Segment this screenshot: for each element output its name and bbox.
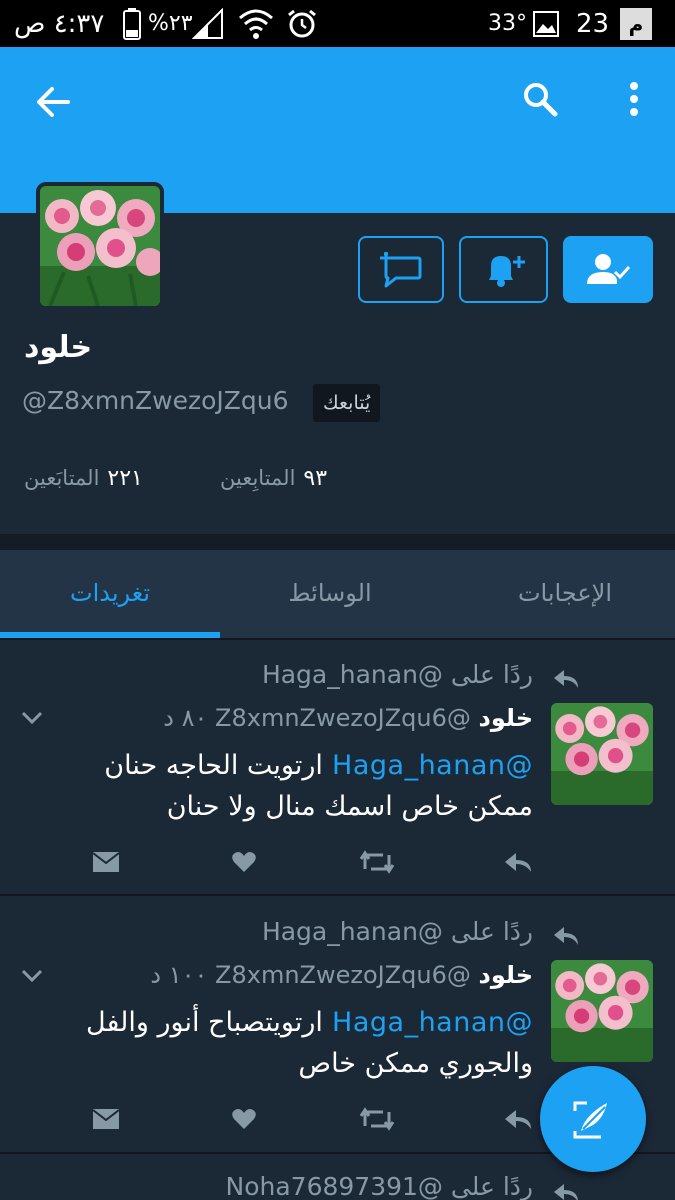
tweet-text-line: ارتويت الحاجه حنان [104, 750, 323, 781]
like-button[interactable] [224, 842, 264, 882]
tweet-text-line: والجوري ممكن خاص [298, 1048, 533, 1079]
reply-context[interactable]: ردًا على @Haga_hanan [262, 917, 533, 946]
envelope-icon [92, 1109, 120, 1129]
more-vert-icon [630, 82, 638, 116]
retweet-button[interactable] [357, 842, 397, 882]
reply-icon [505, 853, 531, 872]
tweet-author-name: خلود [478, 704, 533, 732]
like-button[interactable] [224, 1099, 264, 1139]
tweet-author-name: خلود [478, 961, 533, 989]
reply-button[interactable] [498, 1099, 538, 1139]
notifications-button[interactable] [459, 236, 548, 303]
reply-indicator-icon [546, 915, 586, 955]
tweet-avatar[interactable] [551, 960, 653, 1062]
tweet-menu-button[interactable] [12, 698, 52, 738]
more-options-button[interactable] [614, 77, 654, 121]
notification-count: 23 [576, 8, 610, 39]
followers-stat[interactable]: ٢٢١ المتابَعين [24, 466, 143, 491]
arrow-left-icon [37, 87, 70, 117]
tweet-author-line[interactable]: خلود @Z8xmnZwezoJZqu6 ١٠٠ د [150, 961, 533, 989]
retweet-button[interactable] [357, 1099, 397, 1139]
section-divider [0, 534, 675, 550]
compose-feather-icon [573, 1101, 607, 1139]
followers-label: المتابَعين [24, 466, 100, 490]
direct-message-button[interactable] [86, 842, 126, 882]
reply-indicator-icon [546, 658, 586, 698]
tweet-mention[interactable]: @Haga_hanan [332, 750, 533, 781]
reply-context[interactable]: ردًا على @Haga_hanan [262, 660, 533, 689]
search-button[interactable] [518, 77, 562, 121]
tabs-separator [0, 638, 675, 640]
search-icon [524, 83, 558, 117]
following-label: المتابِعين [220, 466, 296, 490]
envelope-icon [92, 852, 120, 872]
tweet-mention[interactable]: @Haga_hanan [332, 1007, 533, 1038]
chevron-down-icon [21, 969, 43, 983]
compose-tweet-button[interactable] [540, 1066, 646, 1172]
signal-icon [192, 0, 224, 47]
followers-count: ٢٢١ [107, 466, 143, 491]
tweet-avatar[interactable] [551, 703, 653, 805]
tweet-menu-button[interactable] [12, 956, 52, 996]
app-notification-icon: م [620, 0, 652, 47]
tweet-time: ١٠٠ د [150, 961, 208, 989]
profile-tabs: تغريدات الوسائط الإعجابات [0, 550, 675, 640]
direct-message-button[interactable] [86, 1099, 126, 1139]
person-check-icon [587, 253, 631, 284]
profile-avatar[interactable] [36, 182, 164, 310]
tab-likes[interactable]: الإعجابات [455, 550, 675, 636]
following-count: ٩٣ [303, 466, 328, 491]
alarm-icon [286, 0, 318, 47]
tab-tweets[interactable]: تغريدات [0, 550, 220, 636]
back-button[interactable] [30, 79, 76, 125]
image-icon [533, 0, 559, 47]
tweet-time: ٨٠ د [163, 704, 208, 732]
temperature: 33° [488, 11, 527, 36]
reply-button[interactable] [498, 842, 538, 882]
message-add-icon [380, 251, 422, 287]
status-bar: ٤:٣٧ ص %٢٣ 33° 23 م [0, 0, 675, 47]
tweet-author-line[interactable]: خلود @Z8xmnZwezoJZqu6 ٨٠ د [163, 704, 533, 732]
wifi-icon [238, 0, 274, 47]
battery-percent: %٢٣ [148, 11, 193, 36]
retweet-icon [359, 850, 395, 874]
retweet-icon [359, 1107, 395, 1131]
tweet-separator [0, 894, 675, 896]
reply-indicator-icon [546, 1172, 586, 1200]
tab-media[interactable]: الوسائط [220, 550, 440, 636]
chevron-down-icon [21, 711, 43, 725]
profile-name: خلود [24, 330, 93, 365]
send-message-button[interactable] [358, 236, 444, 303]
battery-icon [122, 0, 142, 47]
tweet-text: @Haga_hanan ارتويت الحاجه حنان ممكن خاص … [23, 745, 533, 827]
follows-you-badge: يُتابعك [313, 384, 381, 422]
roses-image [40, 186, 160, 306]
profile-handle: @Z8xmnZwezoJZqu6 [22, 386, 289, 415]
heart-icon [232, 852, 256, 872]
tweet-author-handle: @Z8xmnZwezoJZqu6 [215, 961, 471, 989]
tweet-text-line: ممكن خاص اسمك منال ولا حنان [166, 791, 533, 822]
following-button[interactable] [563, 236, 653, 303]
tweet-text: @Haga_hanan ارتويتصباح أنور والفل والجور… [23, 1002, 533, 1084]
heart-icon [232, 1109, 256, 1129]
tweet-author-handle: @Z8xmnZwezoJZqu6 [215, 704, 471, 732]
following-stat[interactable]: ٩٣ المتابِعين [220, 466, 327, 491]
status-time: ٤:٣٧ ص [14, 8, 105, 39]
bell-plus-icon [488, 255, 525, 287]
tweet-text-line: ارتويتصباح أنور والفل [86, 1007, 323, 1038]
reply-icon [505, 1110, 531, 1129]
reply-context[interactable]: ردًا على @Noha76897391 [226, 1172, 534, 1200]
